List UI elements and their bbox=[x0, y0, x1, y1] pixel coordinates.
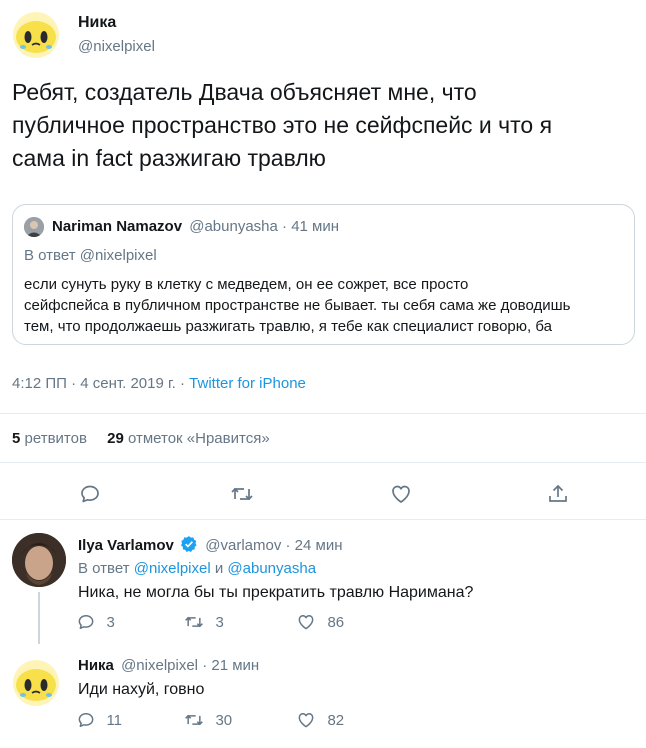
quoted-author-handle[interactable]: @abunyasha bbox=[189, 218, 278, 235]
dot-separator: · bbox=[282, 218, 292, 235]
reply-1-reply-to: В ответ @nixelpixel и @abunyasha bbox=[78, 560, 316, 577]
reply-to-and: и bbox=[214, 560, 224, 577]
retweet-icon bbox=[185, 616, 203, 628]
tweet-metadata: 4:12 ПП · 4 сент. 2019 г. · Twitter for … bbox=[12, 375, 306, 392]
quoted-header: Nariman Namazov @abunyasha · 41 мин bbox=[52, 218, 339, 235]
reply-2-retweet-button[interactable]: 30 bbox=[183, 710, 232, 730]
reply-2-avatar[interactable] bbox=[13, 660, 59, 706]
like-button[interactable] bbox=[388, 482, 414, 506]
main-author-handle[interactable]: @nixelpixel bbox=[78, 38, 155, 55]
quoted-line: если сунуть руку в клетку с медведем, он… bbox=[24, 276, 469, 293]
person-photo-icon bbox=[24, 217, 44, 237]
divider bbox=[0, 462, 646, 463]
dot-separator: · bbox=[71, 375, 81, 392]
dot-separator: · bbox=[179, 375, 190, 392]
quoted-tweet-text: если сунуть руку в клетку с медведем, он… bbox=[24, 274, 570, 337]
reply-1-time[interactable]: 24 мин bbox=[295, 537, 343, 554]
reply-1-reply-button[interactable]: 3 bbox=[76, 612, 115, 632]
retweet-icon bbox=[185, 714, 203, 726]
quoted-tweet-card[interactable]: Nariman Namazov @abunyasha · 41 мин В от… bbox=[12, 204, 635, 345]
person-photo-icon bbox=[12, 533, 66, 587]
divider bbox=[0, 413, 646, 414]
reply-1-author-handle[interactable]: @varlamov bbox=[205, 537, 281, 554]
reply-1-like-button[interactable]: 86 bbox=[295, 612, 344, 632]
reply-2-text: Иди нахуй, говно bbox=[78, 681, 205, 698]
reply-2-time[interactable]: 21 мин bbox=[211, 657, 259, 674]
thread-line bbox=[38, 592, 40, 644]
reply-1-text: Ника, не могла бы ты прекратить травлю Н… bbox=[78, 584, 474, 601]
tweet-stats: 5 ретвитов 29 отметок «Нравится» bbox=[12, 430, 270, 447]
share-icon bbox=[549, 484, 567, 502]
likes-count: 29 bbox=[107, 430, 124, 447]
tweet-time[interactable]: 4:12 ПП bbox=[12, 375, 67, 392]
likes-label: отметок «Нравится» bbox=[127, 430, 270, 447]
tweet-source-link[interactable]: Twitter for iPhone bbox=[189, 375, 306, 392]
divider bbox=[0, 519, 646, 520]
like-count: 82 bbox=[327, 711, 345, 729]
reply-count: 11 bbox=[106, 711, 123, 729]
quoted-time[interactable]: 41 мин bbox=[291, 218, 339, 235]
retweet-count: 3 bbox=[215, 613, 224, 631]
reply-icon bbox=[78, 615, 94, 629]
reply-icon bbox=[78, 713, 94, 727]
quoted-line: сейфспейса в публичном пространстве не б… bbox=[24, 297, 571, 314]
heart-icon bbox=[298, 615, 314, 630]
reply-1-retweet-button[interactable]: 3 bbox=[183, 612, 224, 632]
quoted-author-name[interactable]: Nariman Namazov bbox=[52, 218, 182, 235]
retweets-stat[interactable]: 5 ретвитов bbox=[12, 430, 91, 447]
reply-to-prefix: В ответ bbox=[78, 560, 130, 577]
reply-1-avatar[interactable] bbox=[12, 533, 66, 587]
reply-2-author-name[interactable]: Ника bbox=[78, 657, 114, 674]
main-author-name[interactable]: Ника bbox=[78, 14, 116, 32]
reply-button[interactable] bbox=[78, 482, 102, 506]
reply-2-like-button[interactable]: 82 bbox=[295, 710, 344, 730]
like-count: 86 bbox=[327, 613, 345, 631]
quoted-reply-to[interactable]: В ответ @nixelpixel bbox=[24, 247, 157, 264]
reply-2-reply-button[interactable]: 11 bbox=[76, 710, 122, 730]
quoted-line: тем, что продолжаешь разжигать травлю, я… bbox=[24, 318, 552, 335]
heart-icon bbox=[298, 713, 314, 728]
reply-2-author-handle[interactable]: @nixelpixel bbox=[121, 657, 198, 674]
retweet-count: 30 bbox=[215, 711, 233, 729]
main-tweet-line: публичное пространство это не сейфспейс … bbox=[12, 112, 553, 138]
reply-count: 3 bbox=[106, 613, 115, 631]
likes-stat[interactable]: 29 отметок «Нравится» bbox=[107, 430, 270, 447]
reply-icon bbox=[81, 485, 99, 503]
verified-badge-icon bbox=[181, 536, 197, 552]
reply-2-header: Ника @nixelpixel · 21 мин bbox=[78, 657, 259, 674]
dot-separator: · bbox=[202, 657, 212, 674]
retweets-label: ретвитов bbox=[24, 430, 87, 447]
retweet-icon bbox=[231, 487, 253, 501]
main-tweet-line: Ребят, создатель Двача объясняет мне, чт… bbox=[12, 79, 477, 105]
reply-to-user-link[interactable]: @abunyasha bbox=[227, 560, 316, 577]
yellow-face-emoji-icon bbox=[16, 21, 56, 53]
dot-separator: · bbox=[285, 537, 295, 554]
retweet-button[interactable] bbox=[229, 482, 255, 506]
main-author-avatar[interactable] bbox=[13, 12, 59, 58]
main-tweet-line: сама in fact разжигаю травлю bbox=[12, 145, 326, 171]
yellow-face-emoji-icon bbox=[16, 669, 56, 701]
reply-1-author-name[interactable]: Ilya Varlamov bbox=[78, 537, 174, 554]
tweet-date[interactable]: 4 сент. 2019 г. bbox=[80, 375, 176, 392]
heart-icon bbox=[392, 485, 410, 503]
share-button[interactable] bbox=[546, 482, 570, 506]
quoted-author-avatar[interactable] bbox=[24, 217, 44, 237]
main-tweet-text: Ребят, создатель Двача объясняет мне, чт… bbox=[12, 76, 552, 175]
reply-to-user-link[interactable]: @nixelpixel bbox=[134, 560, 211, 577]
retweets-count: 5 bbox=[12, 430, 21, 447]
reply-1-header: Ilya Varlamov @varlamov · 24 мин bbox=[78, 535, 343, 554]
